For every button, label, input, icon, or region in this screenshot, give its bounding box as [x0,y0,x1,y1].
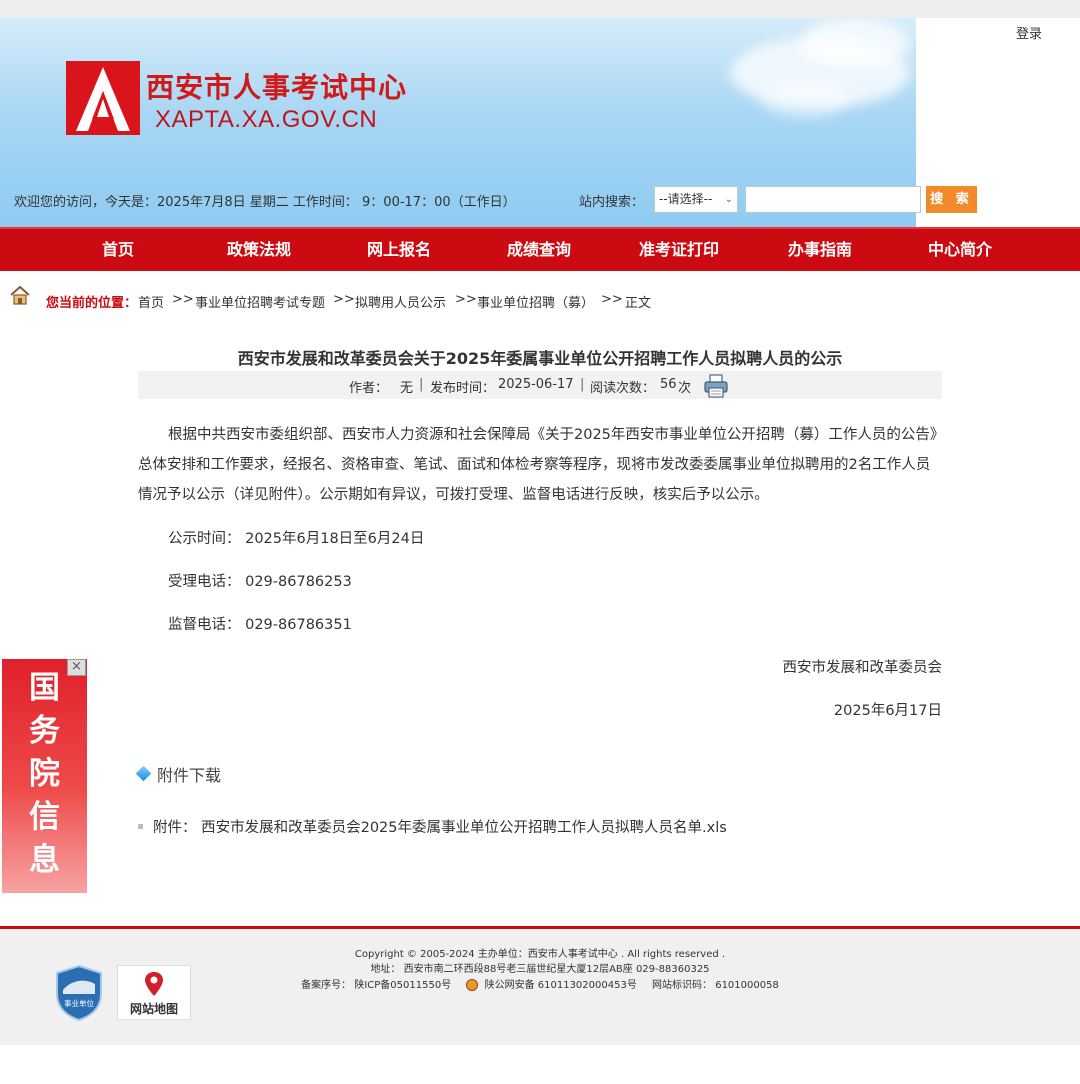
breadcrumb: 您当前的位置： 首页 >> 事业单位招聘考试专题 >> 拟聘用人员公示 >> 事… [0,280,1080,320]
meta-divider: | [580,377,585,392]
sign-date: 2025年6月17日 [833,703,942,719]
float-ad-char: 务 [29,713,60,749]
article-paragraph: 根据中共西安市委组织部、西安市人力资源和社会保障局《关于2025年西安市事业单位… [138,427,938,503]
welcome-text: 欢迎您的访问，今天是：2025年7月8日 星期二 工作时间： 9：00-17：0… [14,195,516,210]
breadcrumb-separator: >> [172,292,194,307]
printer-icon[interactable] [703,373,729,399]
breadcrumb-separator: >> [455,292,477,307]
floating-ad-state-council-info[interactable]: 国 务 院 信 息 [2,659,87,893]
breadcrumb-separator: >> [601,292,623,307]
supervise-phone: 监督电话： 029-86786351 [168,617,352,633]
author-value: 无 [400,381,414,396]
close-icon[interactable]: × [67,659,86,676]
attachment-link[interactable]: 附件： 西安市发展和改革委员会2025年委属事业单位公开招聘工作人员拟聘人员名单… [153,820,727,836]
reads-unit: 次 [678,381,692,396]
breadcrumb-current: 正文 [625,296,652,311]
login-link[interactable]: 登录 [1016,23,1042,42]
reads-count: 56 [660,377,677,392]
search-category-select[interactable]: --请选择-- ⌄ [654,186,738,213]
footer-copyright: Copyright © 2005-2024 主办单位：西安市人事考试中心 . A… [354,949,726,960]
bullet-icon [138,824,143,829]
site-name: 西安市人事考试中心 [146,71,408,104]
nav-item-home[interactable]: 首页 [58,229,178,271]
date-label: 发布时间： [430,381,496,396]
reads-label: 阅读次数： [590,381,656,396]
attachment-heading-text: 附件下载 [157,766,222,785]
article-meta-bar: 作者： 无 | 发布时间： 2025-06-17 | 阅读次数： 56 次 [138,371,942,399]
article-title: 西安市发展和改革委员会关于2025年委属事业单位公开招聘工作人员拟聘人员的公示 [237,349,843,368]
nav-item-admission-ticket[interactable]: 准考证打印 [619,229,739,271]
accept-phone: 受理电话： 029-86786253 [168,574,352,590]
diamond-icon [135,765,152,782]
float-ad-char: 息 [29,842,60,878]
attachment-heading: 附件下载 [135,762,222,786]
notice-time: 公示时间： 2025年6月18日至6月24日 [168,531,425,547]
public-institution-badge-icon[interactable]: 事业单位 [55,964,103,1022]
signer: 西安市发展和改革委员会 [782,660,943,676]
search-label: 站内搜索： [579,195,645,210]
breadcrumb-exam-topic[interactable]: 事业单位招聘考试专题 [195,292,325,311]
float-ad-text: 国 务 院 信 息 [2,667,87,882]
nav-item-guide[interactable]: 办事指南 [760,229,880,271]
float-ad-char: 院 [29,756,60,792]
sitemap-label: 网站地图 [129,1002,178,1016]
site-logo [66,61,140,135]
search-input[interactable] [745,186,921,213]
top-strip [0,0,1080,18]
nav-item-policy[interactable]: 政策法规 [199,229,319,271]
search-select-value: --请选择-- [659,192,713,206]
badge-text: 事业单位 [64,998,94,1008]
footer-police[interactable]: 陕公网安备 61011302000453号 [485,980,637,991]
site-domain: XAPTA.XA.GOV.CN [155,106,378,133]
home-icon [10,285,30,305]
float-ad-char: 信 [29,799,60,835]
sitemap-button[interactable]: 网站地图 [117,965,191,1020]
breadcrumb-publicity[interactable]: 拟聘用人员公示 [355,292,446,311]
footer-site-id: 网站标识码： 6101000058 [652,980,779,991]
nav-item-registration[interactable]: 网上报名 [339,229,459,271]
nav-item-about[interactable]: 中心简介 [900,229,1020,271]
footer-icp[interactable]: 备案序号： 陕ICP备05011550号 [301,980,451,991]
police-badge-icon [466,979,479,991]
map-pin-icon [145,972,163,996]
author-label: 作者： [349,381,389,396]
meta-divider: | [419,377,424,392]
breadcrumb-recruitment[interactable]: 事业单位招聘（募） [477,292,594,311]
breadcrumb-separator: >> [333,292,355,307]
breadcrumb-label: 您当前的位置： [46,296,138,311]
nav-item-scores[interactable]: 成绩查询 [479,229,599,271]
breadcrumb-home[interactable]: 首页 [138,292,164,311]
search-button[interactable]: 搜 索 [926,186,977,213]
chevron-down-icon: ⌄ [724,194,733,205]
main-nav: 首页 政策法规 网上报名 成绩查询 准考证打印 办事指南 中心简介 [0,227,1080,271]
publish-date: 2025-06-17 [498,377,574,392]
attachment-item: 附件： 西安市发展和改革委员会2025年委属事业单位公开招聘工作人员拟聘人员名单… [138,816,727,837]
